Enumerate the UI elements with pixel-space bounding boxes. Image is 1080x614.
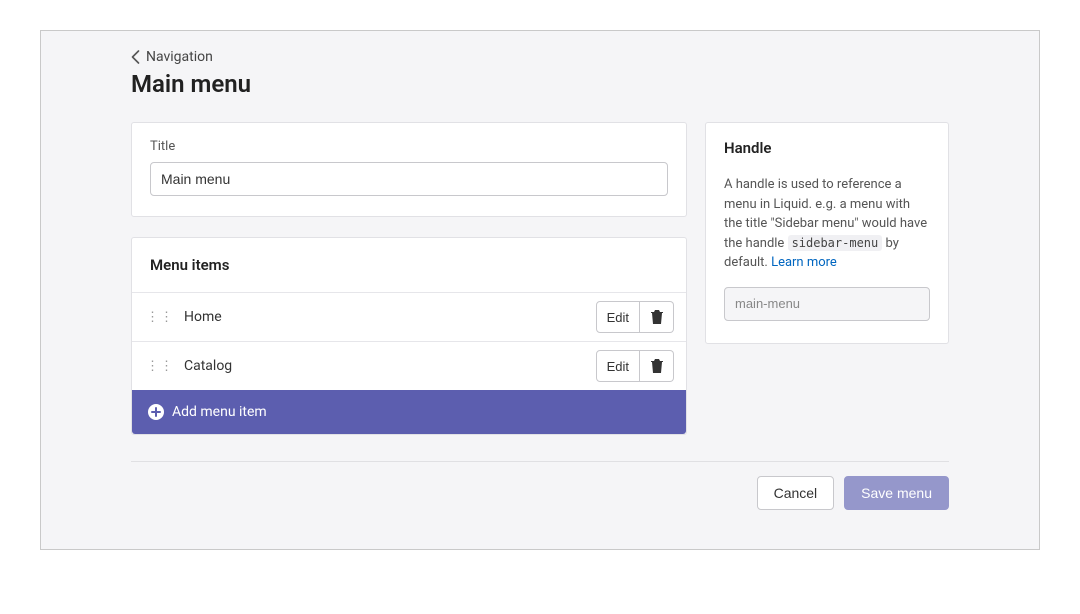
drag-handle-icon[interactable]: ⋮⋮ <box>146 360 174 373</box>
menu-item-row: ⋮⋮ Catalog Edit <box>132 341 686 390</box>
handle-heading: Handle <box>724 139 930 157</box>
trash-icon <box>650 358 664 374</box>
menu-item-row: ⋮⋮ Home Edit <box>132 292 686 341</box>
learn-more-link[interactable]: Learn more <box>771 255 837 270</box>
trash-icon <box>650 309 664 325</box>
footer-actions: Cancel Save menu <box>131 461 949 510</box>
cancel-button[interactable]: Cancel <box>757 476 835 510</box>
chevron-left-icon <box>131 50 140 64</box>
page-title: Main menu <box>131 70 949 98</box>
menu-item-name: Catalog <box>184 358 596 374</box>
drag-handle-icon[interactable]: ⋮⋮ <box>146 311 174 324</box>
plus-circle-icon <box>148 404 164 420</box>
breadcrumb-label: Navigation <box>146 49 213 65</box>
add-menu-item-label: Add menu item <box>172 404 267 420</box>
breadcrumb-back[interactable]: Navigation <box>131 49 213 65</box>
save-menu-button[interactable]: Save menu <box>844 476 949 510</box>
handle-code-example: sidebar-menu <box>788 235 883 251</box>
page-panel: Navigation Main menu Title Menu items ⋮⋮… <box>40 30 1040 550</box>
handle-description: A handle is used to reference a menu in … <box>724 175 930 273</box>
edit-button[interactable]: Edit <box>596 301 640 333</box>
title-input[interactable] <box>150 162 668 196</box>
delete-button[interactable] <box>640 301 674 333</box>
handle-card: Handle A handle is used to reference a m… <box>705 122 949 344</box>
handle-input[interactable] <box>724 287 930 321</box>
menu-item-name: Home <box>184 309 596 325</box>
menu-items-card: Menu items ⋮⋮ Home Edit ⋮⋮ Catalog <box>131 237 687 435</box>
title-label: Title <box>150 139 668 154</box>
edit-button[interactable]: Edit <box>596 350 640 382</box>
delete-button[interactable] <box>640 350 674 382</box>
title-card: Title <box>131 122 687 217</box>
add-menu-item-button[interactable]: Add menu item <box>132 390 686 434</box>
menu-items-heading: Menu items <box>132 238 686 292</box>
